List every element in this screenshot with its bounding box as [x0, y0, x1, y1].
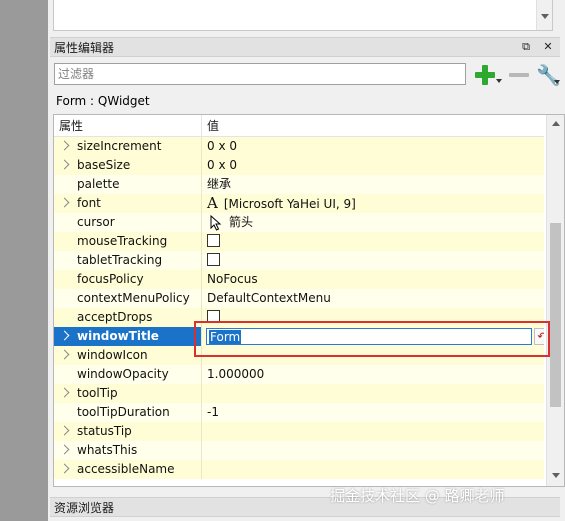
left-gutter: [0, 0, 48, 521]
wrench-icon[interactable]: 🔧: [536, 63, 561, 87]
property-name: toolTip: [54, 384, 202, 403]
property-value[interactable]: [202, 460, 544, 479]
property-column-header[interactable]: 属性: [54, 115, 202, 137]
checkbox-value[interactable]: [202, 251, 544, 270]
property-name: windowIcon: [54, 346, 202, 365]
object-class-label: Form : QWidget: [56, 94, 150, 108]
property-row-toolTip[interactable]: toolTip: [54, 384, 544, 403]
property-tree[interactable]: 属性 值 sizeIncrement 0 x 0 baseSize 0 x 0 pale…: [53, 114, 565, 487]
property-row-font[interactable]: font A [Microsoft YaHei UI, 9]: [54, 194, 544, 213]
property-value[interactable]: 继承: [202, 175, 544, 194]
font-icon: A: [207, 194, 218, 212]
editing-value[interactable]: Form ↶: [202, 327, 544, 346]
property-name: baseSize: [54, 156, 202, 175]
property-name: acceptDrops: [54, 308, 202, 327]
cursor-text: 箭头: [229, 215, 254, 229]
previous-widget-area: [53, 0, 553, 31]
scroll-up-icon[interactable]: [552, 121, 560, 126]
scroll-down-icon[interactable]: [541, 14, 549, 19]
property-row-windowTitle[interactable]: windowTitle Form ↶: [54, 327, 544, 346]
property-editor-titlebar[interactable]: 属性编辑器 ⧉ ✕: [50, 37, 560, 57]
property-name: toolTipDuration: [54, 403, 202, 422]
property-name: accessibleName: [54, 460, 202, 479]
filter-row: 过滤器 🔧: [54, 63, 561, 87]
font-text: [Microsoft YaHei UI, 9]: [223, 197, 356, 211]
property-name: mouseTracking: [54, 232, 202, 251]
property-value[interactable]: [202, 346, 544, 365]
property-value[interactable]: 0 x 0: [202, 156, 544, 175]
dock-panel: 属性编辑器 ⧉ ✕ 过滤器 🔧 Form : QWidget 属性 值 size…: [48, 0, 565, 521]
property-name: cursor: [54, 213, 202, 232]
property-name: windowTitle: [54, 327, 202, 346]
add-property-icon[interactable]: [474, 64, 502, 86]
property-editor-title: 属性编辑器: [54, 40, 115, 55]
property-name: contextMenuPolicy: [54, 289, 202, 308]
property-value[interactable]: [202, 422, 544, 441]
property-name: focusPolicy: [54, 270, 202, 289]
remove-property-icon[interactable]: [509, 73, 529, 77]
property-row-accessibleName[interactable]: accessibleName: [54, 460, 544, 479]
property-row-mouseTracking[interactable]: mouseTracking: [54, 232, 544, 251]
value-column-header[interactable]: 值: [202, 115, 544, 137]
checkbox[interactable]: [207, 253, 220, 266]
property-value[interactable]: 1.000000: [202, 365, 544, 384]
checkbox-value[interactable]: [202, 232, 544, 251]
property-name: whatsThis: [54, 441, 202, 460]
property-row-toolTipDuration[interactable]: toolTipDuration -1: [54, 403, 544, 422]
property-value[interactable]: -1: [202, 403, 544, 422]
property-row-focusPolicy[interactable]: focusPolicy NoFocus: [54, 270, 544, 289]
arrow-cursor-icon: [209, 214, 223, 231]
property-name: font: [54, 194, 202, 213]
window-title-input[interactable]: Form: [206, 328, 532, 345]
float-icon[interactable]: ⧉: [520, 40, 532, 54]
property-name: sizeIncrement: [54, 137, 202, 156]
watermark: 掘金技术社区 @ 路卿老师: [330, 487, 505, 505]
scroll-down-icon[interactable]: [552, 473, 560, 478]
property-row-palette[interactable]: palette 继承: [54, 175, 544, 194]
checkbox[interactable]: [207, 234, 220, 247]
resource-browser-title: 资源浏览器: [54, 500, 115, 515]
property-row-contextMenuPolicy[interactable]: contextMenuPolicy DefaultContextMenu: [54, 289, 544, 308]
property-value[interactable]: 0 x 0: [202, 137, 544, 156]
top-scrollbar[interactable]: [536, 0, 552, 30]
font-value[interactable]: A [Microsoft YaHei UI, 9]: [202, 194, 544, 213]
filter-input[interactable]: 过滤器: [54, 63, 466, 85]
tree-header: 属性 值: [54, 115, 544, 137]
scrollbar-thumb[interactable]: [550, 223, 561, 407]
property-value[interactable]: [202, 384, 544, 403]
property-name: tabletTracking: [54, 251, 202, 270]
property-row-windowOpacity[interactable]: windowOpacity 1.000000: [54, 365, 544, 384]
property-name: palette: [54, 175, 202, 194]
checkbox-value[interactable]: [202, 308, 544, 327]
property-name: windowOpacity: [54, 365, 202, 384]
property-row-baseSize[interactable]: baseSize 0 x 0: [54, 156, 544, 175]
cursor-value[interactable]: 箭头: [202, 213, 544, 232]
property-row-sizeIncrement[interactable]: sizeIncrement 0 x 0: [54, 137, 544, 156]
property-value[interactable]: DefaultContextMenu: [202, 289, 544, 308]
vertical-scrollbar[interactable]: [546, 115, 564, 486]
property-name: statusTip: [54, 422, 202, 441]
property-row-cursor[interactable]: cursor 箭头: [54, 213, 544, 232]
selected-text: Form: [209, 330, 242, 344]
property-row-acceptDrops[interactable]: acceptDrops: [54, 308, 544, 327]
property-row-tabletTracking[interactable]: tabletTracking: [54, 251, 544, 270]
reset-icon[interactable]: ↶: [534, 328, 544, 345]
property-value[interactable]: NoFocus: [202, 270, 544, 289]
property-row-whatsThis[interactable]: whatsThis: [54, 441, 544, 460]
close-icon[interactable]: ✕: [542, 40, 554, 54]
property-row-statusTip[interactable]: statusTip: [54, 422, 544, 441]
property-row-windowIcon[interactable]: windowIcon: [54, 346, 544, 365]
property-value[interactable]: [202, 441, 544, 460]
checkbox[interactable]: [207, 310, 220, 323]
property-rows: sizeIncrement 0 x 0 baseSize 0 x 0 palette 继承…: [54, 137, 544, 479]
